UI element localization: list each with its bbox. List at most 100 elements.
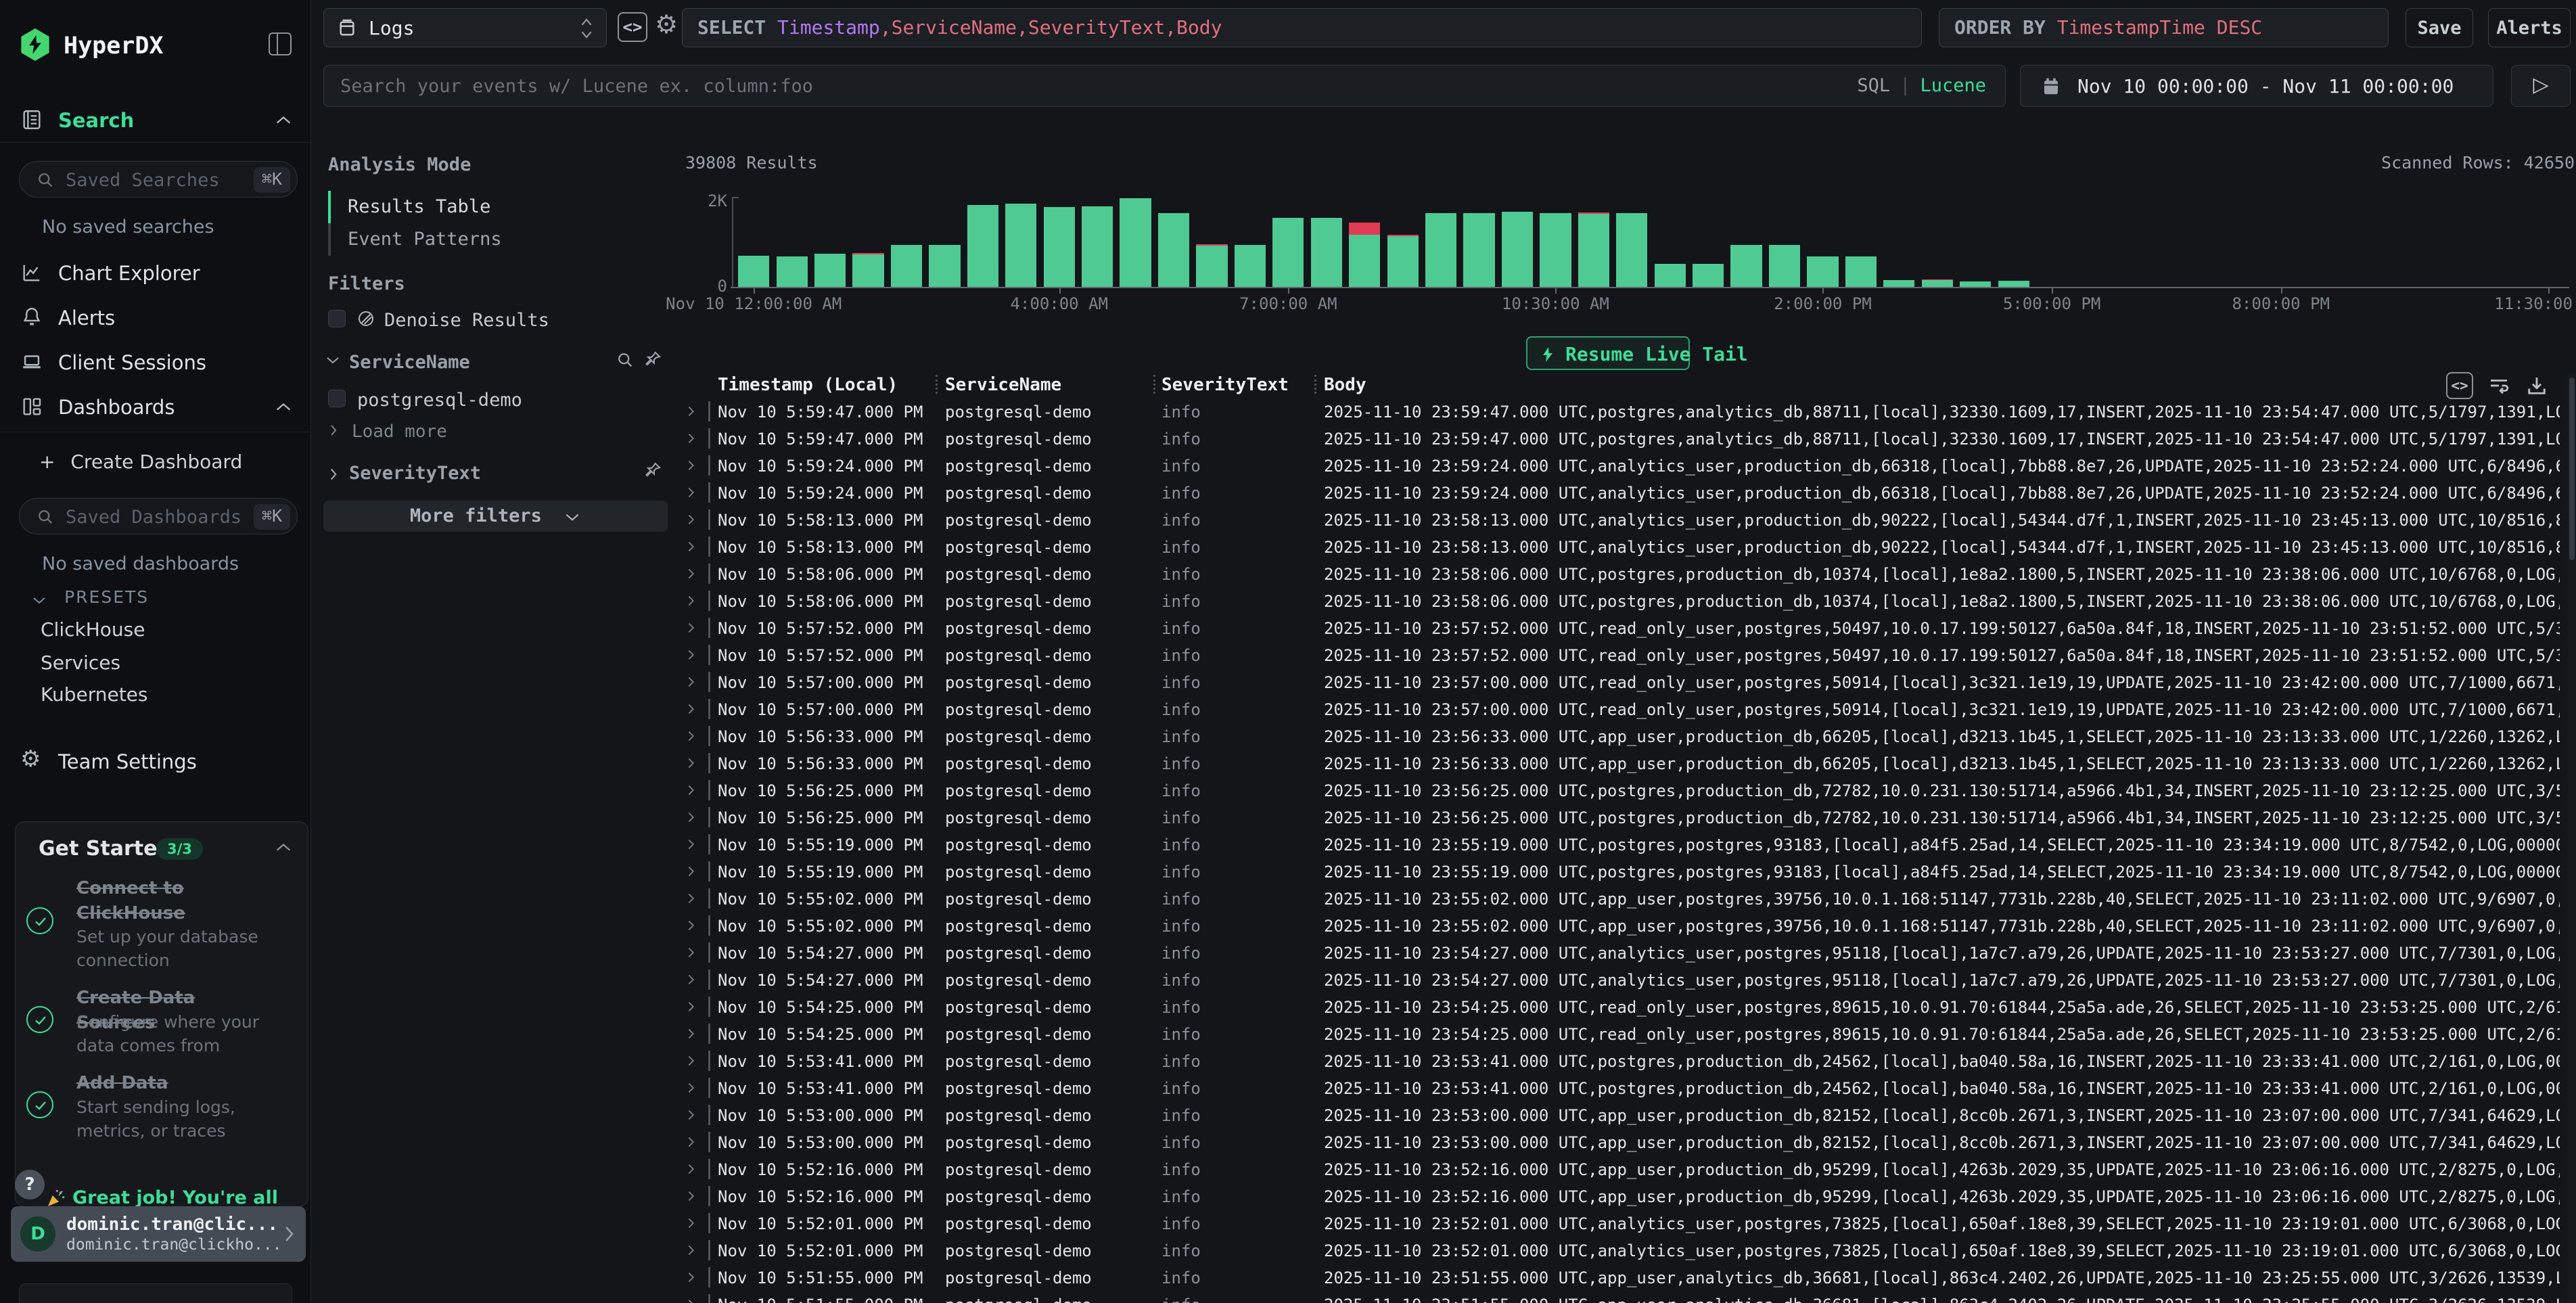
log-row[interactable]: Nov 10 5:54:25.000 PM postgresql-demo in… — [680, 1020, 2565, 1047]
sidebar-item-client-sessions[interactable]: Client Sessions — [0, 345, 310, 379]
histogram-bar-slot[interactable] — [1460, 198, 1498, 287]
log-row[interactable]: Nov 10 5:56:25.000 PM postgresql-demo in… — [680, 804, 2565, 831]
log-row[interactable]: Nov 10 5:54:27.000 PM postgresql-demo in… — [680, 966, 2565, 993]
expand-chevron-icon[interactable] — [687, 1135, 696, 1149]
expand-chevron-icon[interactable] — [687, 647, 696, 662]
histogram-bar-slot[interactable] — [2186, 198, 2224, 287]
histogram-bar-slot[interactable] — [2491, 198, 2529, 287]
log-row[interactable]: Nov 10 5:58:06.000 PM postgresql-demo in… — [680, 560, 2565, 587]
expand-chevron-icon[interactable] — [687, 539, 696, 554]
wrap-lines-icon[interactable] — [2487, 373, 2511, 398]
expand-chevron-icon[interactable] — [687, 512, 696, 527]
expand-chevron-icon[interactable] — [687, 972, 696, 987]
histogram-bar-slot[interactable] — [2147, 198, 2185, 287]
saved-dashboards-input[interactable]: Saved Dashboards ⌘K — [19, 498, 298, 534]
expand-chevron-icon[interactable] — [687, 1270, 696, 1285]
scrollbar-thumb[interactable] — [2569, 378, 2575, 560]
column-header-servicename[interactable]: ServiceName — [945, 375, 1061, 395]
log-row[interactable]: Nov 10 5:55:19.000 PM postgresql-demo in… — [680, 858, 2565, 885]
log-row[interactable]: Nov 10 5:52:01.000 PM postgresql-demo in… — [680, 1210, 2565, 1237]
histogram-bar-slot[interactable] — [2338, 198, 2376, 287]
sidebar-item-alerts[interactable]: Alerts — [0, 300, 310, 334]
download-icon[interactable] — [2525, 373, 2549, 398]
query-language-toggle[interactable]: SQL|Lucene — [1857, 75, 1986, 96]
expand-chevron-icon[interactable] — [687, 999, 696, 1014]
search-input[interactable] — [324, 66, 2005, 106]
histogram-bar-slot[interactable] — [1231, 198, 1269, 287]
lucene-option[interactable]: Lucene — [1920, 75, 1986, 96]
expand-chevron-icon[interactable] — [687, 458, 696, 473]
log-row[interactable]: Nov 10 5:58:13.000 PM postgresql-demo in… — [680, 506, 2565, 533]
histogram-bar-slot[interactable] — [2414, 198, 2452, 287]
mode-event-patterns[interactable]: Event Patterns — [348, 229, 502, 250]
log-row[interactable]: Nov 10 5:59:24.000 PM postgresql-demo in… — [680, 479, 2565, 506]
histogram-bar-slot[interactable] — [811, 198, 849, 287]
log-row[interactable]: Nov 10 5:53:00.000 PM postgresql-demo in… — [680, 1101, 2565, 1128]
expand-chevron-icon[interactable] — [687, 1107, 696, 1122]
histogram-bar-slot[interactable] — [2033, 198, 2071, 287]
histogram-bar-slot[interactable] — [1918, 198, 1956, 287]
log-row[interactable]: Nov 10 5:55:02.000 PM postgresql-demo in… — [680, 912, 2565, 939]
saved-searches-input[interactable]: Saved Searches ⌘K — [19, 161, 298, 198]
histogram-bar-slot[interactable] — [1575, 198, 1613, 287]
log-row[interactable]: Nov 10 5:56:25.000 PM postgresql-demo in… — [680, 777, 2565, 804]
chevron-right-icon[interactable] — [328, 465, 339, 483]
histogram-bar-slot[interactable] — [1613, 198, 1651, 287]
log-row[interactable]: Nov 10 5:54:27.000 PM postgresql-demo in… — [680, 939, 2565, 966]
column-header-severitytext[interactable]: SeverityText — [1162, 375, 1289, 395]
denoise-label[interactable]: Denoise Results — [384, 310, 549, 331]
log-row[interactable]: Nov 10 5:58:06.000 PM postgresql-demo in… — [680, 587, 2565, 614]
histogram-bar-slot[interactable] — [2109, 198, 2147, 287]
sidebar-item-search[interactable]: Search — [0, 103, 310, 137]
histogram-bar-slot[interactable] — [1880, 198, 1918, 287]
orderby-input[interactable]: ORDER BY TimestampTime DESC — [1939, 8, 2389, 47]
load-more-button[interactable]: Load more — [352, 421, 447, 442]
code-columns-icon[interactable]: <> — [2446, 372, 2473, 399]
expand-chevron-icon[interactable] — [687, 945, 696, 960]
histogram-bar-slot[interactable] — [1727, 198, 1765, 287]
log-row[interactable]: Nov 10 5:51:55.000 PM postgresql-demo in… — [680, 1264, 2565, 1291]
log-row[interactable]: Nov 10 5:51:55.000 PM postgresql-demo in… — [680, 1291, 2565, 1303]
pin-icon[interactable] — [643, 349, 663, 369]
expand-chevron-icon[interactable] — [687, 1216, 696, 1231]
histogram-bar-slot[interactable] — [1002, 198, 1040, 287]
code-view-button[interactable]: <> — [618, 12, 647, 42]
log-row[interactable]: Nov 10 5:52:16.000 PM postgresql-demo in… — [680, 1156, 2565, 1183]
histogram-bar-slot[interactable] — [1040, 198, 1078, 287]
user-menu[interactable]: D dominic.tran@clic... dominic.tran@clic… — [11, 1206, 306, 1262]
log-row[interactable]: Nov 10 5:53:41.000 PM postgresql-demo in… — [680, 1047, 2565, 1074]
vertical-scrollbar[interactable] — [2568, 373, 2576, 1303]
denoise-checkbox[interactable] — [328, 310, 346, 327]
log-row[interactable]: Nov 10 5:59:24.000 PM postgresql-demo in… — [680, 452, 2565, 479]
histogram-bar-slot[interactable] — [2262, 198, 2300, 287]
column-header-timestamp[interactable]: Timestamp (Local) — [718, 375, 898, 395]
more-filters-button[interactable]: More filters — [323, 501, 668, 532]
log-row[interactable]: Nov 10 5:57:52.000 PM postgresql-demo in… — [680, 614, 2565, 641]
histogram-bar-slot[interactable] — [849, 198, 887, 287]
expand-chevron-icon[interactable] — [687, 566, 696, 581]
service-option-label[interactable]: postgresql-demo — [357, 390, 522, 411]
histogram-bar-slot[interactable] — [2224, 198, 2261, 287]
column-header-body[interactable]: Body — [1324, 375, 1366, 395]
create-dashboard-button[interactable]: + Create Dashboard — [39, 451, 242, 473]
log-row[interactable]: Nov 10 5:59:47.000 PM postgresql-demo in… — [680, 398, 2565, 425]
expand-chevron-icon[interactable] — [687, 620, 696, 635]
sidebar-item-dashboards[interactable]: Dashboards — [0, 390, 310, 424]
preset-services[interactable]: Services — [41, 652, 120, 674]
expand-chevron-icon[interactable] — [687, 1189, 696, 1204]
presets-header[interactable]: PRESETS — [31, 587, 149, 607]
log-row[interactable]: Nov 10 5:53:41.000 PM postgresql-demo in… — [680, 1074, 2565, 1101]
histogram-bar-slot[interactable] — [1383, 198, 1421, 287]
log-row[interactable]: Nov 10 5:56:33.000 PM postgresql-demo in… — [680, 750, 2565, 777]
expand-chevron-icon[interactable] — [687, 1080, 696, 1095]
histogram-bar-slot[interactable] — [1155, 198, 1193, 287]
column-resize-handle[interactable] — [936, 375, 938, 394]
expand-chevron-icon[interactable] — [687, 1297, 696, 1303]
histogram-bar-slot[interactable] — [964, 198, 1002, 287]
histogram-bar-slot[interactable] — [1422, 198, 1460, 287]
preset-kubernetes[interactable]: Kubernetes — [41, 683, 148, 706]
expand-chevron-icon[interactable] — [687, 810, 696, 825]
histogram-bar-slot[interactable] — [735, 198, 773, 287]
date-range-picker[interactable]: Nov 10 00:00:00 - Nov 11 00:00:00 — [2020, 65, 2493, 107]
save-button[interactable]: Save — [2406, 8, 2473, 47]
